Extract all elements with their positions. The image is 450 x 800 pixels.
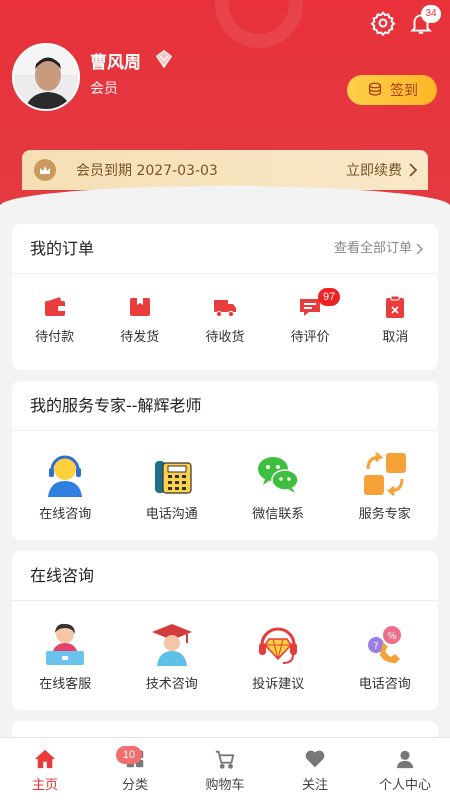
consult-item-label: 技术咨询	[145, 677, 198, 692]
diamond-headset-icon	[259, 627, 298, 664]
user-icon	[396, 750, 414, 769]
tab-follow[interactable]: 关注	[270, 738, 360, 800]
orders-card: 我的订单 查看全部订单 待付款 待发货 待收货 97 待评价 取消	[12, 224, 438, 370]
avatar[interactable]	[12, 43, 80, 111]
vip-diamond-icon	[155, 50, 173, 68]
consult-item-label: 投诉建议	[252, 677, 305, 692]
chevron-right-icon	[409, 163, 418, 177]
heart-icon	[305, 750, 325, 768]
order-pending-review[interactable]: 97 待评价	[270, 288, 350, 345]
signin-label: 签到	[390, 83, 418, 99]
tab-label: 关注	[301, 778, 328, 793]
username: 曹风周	[90, 53, 141, 73]
expert-service[interactable]: 服务专家	[335, 451, 435, 522]
vip-membership-bar[interactable]: 会员到期 2027-03-03 立即续费	[22, 150, 428, 190]
review-count-badge: 97	[318, 288, 341, 306]
header-decoration	[215, 0, 303, 48]
profile-header: 34 曹风周 会员 签到 会员到期 2027-03-03 立即续费	[0, 0, 450, 205]
order-item-label: 待付款	[35, 330, 75, 345]
tab-label: 主页	[31, 778, 58, 793]
phone-call-icon: % ?	[367, 626, 401, 663]
svg-text:%: %	[387, 631, 397, 642]
vip-expire-text: 会员到期 2027-03-03	[76, 163, 218, 179]
cart-icon	[215, 750, 235, 769]
bottom-tab-bar: 主页 分类 购物车 关注 个人中心 10	[0, 737, 450, 800]
consult-customer-service[interactable]: 在线客服	[15, 621, 115, 692]
view-all-orders-link[interactable]: 查看全部订单	[334, 224, 424, 274]
tab-profile[interactable]: 个人中心	[360, 738, 450, 800]
service-expert-card: 我的服务专家--解辉老师 在线咨询 电话沟通 微信联系 服务专家	[12, 381, 438, 540]
expert-phone[interactable]: 电话沟通	[122, 451, 222, 522]
tab-cart[interactable]: 购物车	[180, 738, 270, 800]
consult-complaint[interactable]: 投诉建议	[228, 621, 328, 692]
home-icon	[34, 749, 56, 769]
tab-home[interactable]: 主页	[0, 738, 90, 800]
expert-item-label: 服务专家	[358, 507, 411, 522]
expert-online-consult[interactable]: 在线咨询	[15, 451, 115, 522]
member-level-label: 会员	[90, 81, 118, 97]
clipboard-cancel-icon	[386, 295, 405, 318]
crown-icon	[34, 159, 56, 181]
svg-text:?: ?	[373, 641, 378, 652]
customer-service-icon	[46, 623, 85, 665]
consult-technical[interactable]: 技术咨询	[122, 621, 222, 692]
orders-title-row: 我的订单 查看全部订单	[12, 224, 438, 274]
order-item-label: 待发货	[120, 330, 160, 345]
order-item-label: 取消	[382, 330, 409, 345]
wallet-icon	[44, 297, 65, 316]
tab-label: 购物车	[205, 778, 245, 793]
notification-badge: 34	[421, 5, 441, 23]
consult-item-label: 电话咨询	[358, 677, 411, 692]
expert-item-label: 在线咨询	[39, 507, 92, 522]
cart-count-badge: 10	[116, 746, 142, 764]
signin-button[interactable]: 签到	[347, 75, 437, 105]
package-icon	[129, 298, 150, 316]
order-pending-payment[interactable]: 待付款	[15, 294, 95, 345]
consult-title: 在线咨询	[12, 551, 438, 601]
online-consult-card: 在线咨询 在线客服 技术咨询 投诉建议 % ? 电话咨询	[12, 551, 438, 710]
order-cancelled[interactable]: 取消	[355, 294, 435, 345]
expert-title: 我的服务专家--解辉老师	[12, 381, 438, 431]
tab-label: 个人中心	[378, 778, 431, 793]
exchange-icon	[363, 451, 406, 497]
headset-user-icon	[48, 455, 83, 497]
consult-item-label: 在线客服	[39, 677, 92, 692]
orders-title: 我的订单	[30, 239, 95, 258]
consult-phone[interactable]: % ? 电话咨询	[335, 621, 435, 692]
order-item-label: 待评价	[290, 330, 330, 345]
expert-item-label: 电话沟通	[145, 507, 198, 522]
truck-icon	[213, 300, 236, 318]
order-item-label: 待收货	[205, 330, 245, 345]
coin-stack-icon	[368, 82, 382, 96]
order-pending-shipment[interactable]: 待发货	[100, 294, 180, 345]
telephone-icon	[154, 461, 192, 494]
wechat-icon	[258, 457, 299, 493]
renew-link[interactable]: 立即续费	[346, 160, 402, 180]
order-pending-receipt[interactable]: 待收货	[185, 294, 265, 345]
view-all-orders-label: 查看全部订单	[333, 241, 412, 256]
tab-label: 分类	[121, 778, 148, 793]
graduate-icon	[151, 624, 192, 666]
gear-icon[interactable]	[370, 10, 396, 36]
expert-item-label: 微信联系	[252, 507, 305, 522]
chevron-right-icon	[416, 243, 424, 255]
expert-wechat[interactable]: 微信联系	[228, 451, 328, 522]
avatar-image	[14, 45, 78, 109]
